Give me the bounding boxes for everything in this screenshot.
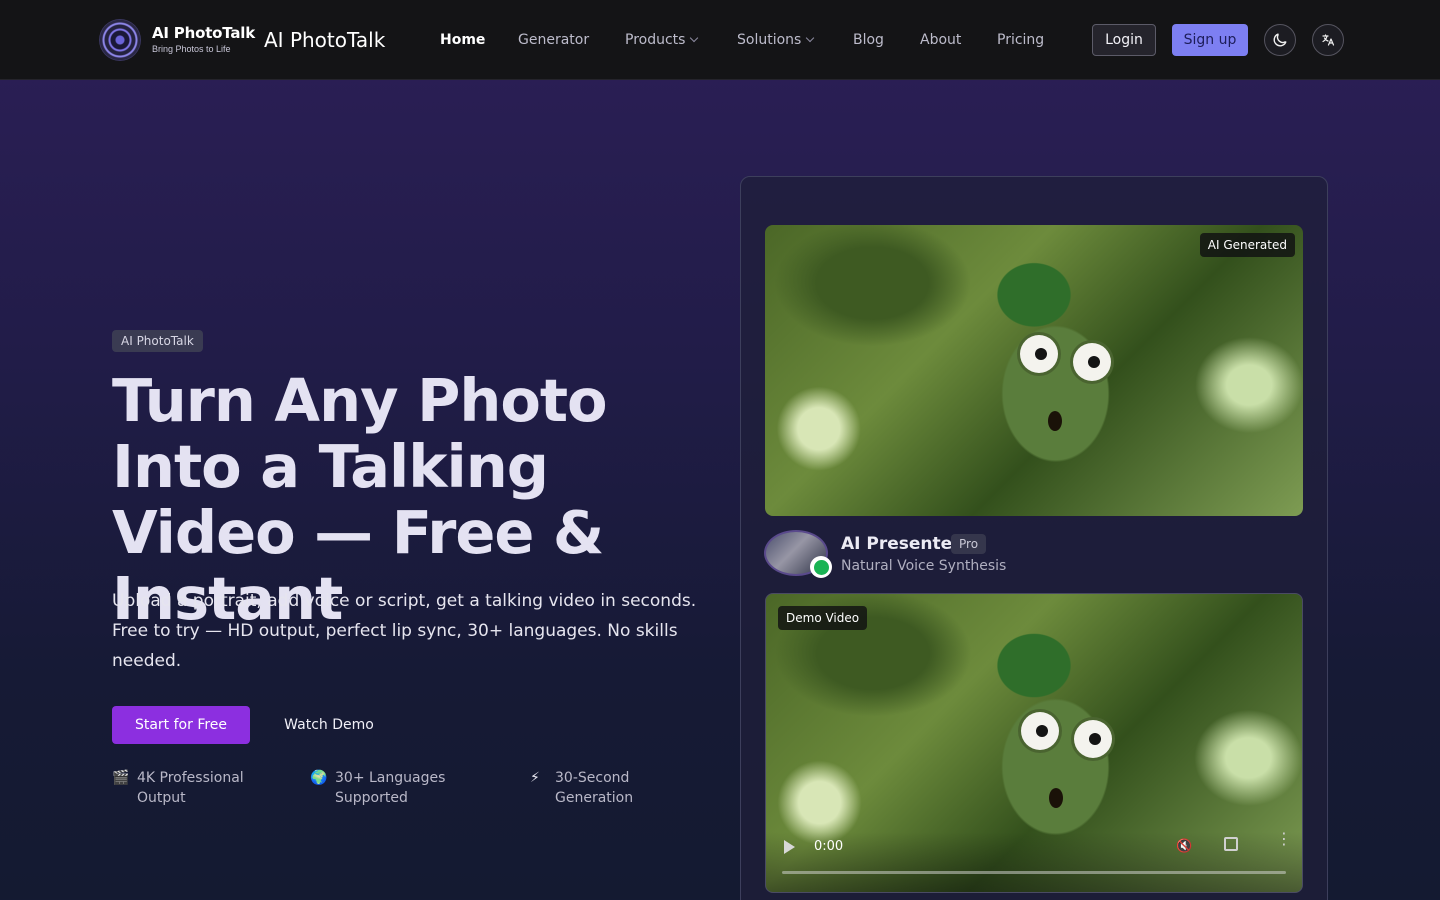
nav-link-generator[interactable]: Generator [518,31,589,49]
demo-video-player[interactable]: Demo Video 0:00 🔇 ⋮ [765,593,1303,893]
language-button[interactable] [1312,24,1344,56]
video-time: 0:00 [814,839,844,854]
play-icon[interactable] [784,840,795,854]
nav-link-about[interactable]: About [920,31,961,49]
nav-link-solutions[interactable]: Solutions [737,31,815,49]
nav-link-pricing[interactable]: Pricing [997,31,1044,49]
watch-demo-button[interactable]: Watch Demo [272,706,386,744]
logo[interactable]: AI PhotoTalk Bring Photos to Life [152,24,255,55]
nav-link-blog[interactable]: Blog [853,31,884,49]
signup-button[interactable]: Sign up [1172,24,1248,56]
logo-title: AI PhotoTalk [152,24,256,42]
start-free-button[interactable]: Start for Free [112,706,250,744]
nav-link-home[interactable]: Home [440,31,485,49]
more-options-icon[interactable]: ⋮ [1276,831,1292,847]
nav-link-products[interactable]: Products [625,31,699,49]
hero-subtext: Upload a portrait, add voice or script, … [112,591,697,671]
theme-toggle-button[interactable] [1264,24,1296,56]
character-eye [1021,712,1059,750]
presenter-subtitle: Natural Voice Synthesis [841,558,1007,574]
chevron-down-icon [806,33,815,43]
character-eye [1073,343,1111,381]
character-eye [1074,720,1112,758]
top-navbar: AI PhotoTalk Bring Photos to Life AI Pho… [0,0,1440,80]
demo-video-badge: Demo Video [778,606,868,630]
character-eye [1020,335,1058,373]
feature-text: 4K Professional Output [137,770,244,806]
presenter-name: AI Presenter [841,534,961,554]
ai-generated-badge: AI Generated [1199,233,1295,257]
hero-tag: AI PhotoTalk [112,330,203,352]
video-progress-bar[interactable] [782,871,1286,874]
showcase-image: AI Generated [765,225,1303,516]
character-mouth [1049,788,1063,808]
globe-icon: 🌍 [310,770,328,786]
online-status-icon [810,556,832,578]
video-controls [766,832,1302,892]
logo-icon[interactable] [100,20,140,60]
chevron-down-icon [690,33,699,43]
pro-badge: Pro [951,534,987,554]
feature-text: 30-Second Generation [555,770,634,806]
character-mouth [1048,411,1062,431]
fullscreen-icon[interactable] [1224,837,1238,851]
brand-name[interactable]: AI PhotoTalk [264,27,385,53]
mute-icon[interactable]: 🔇 [1176,838,1192,856]
feature-item: 🎬 4K Professional Output [112,768,267,808]
logo-tagline: Bring Photos to Life [152,44,231,54]
feature-text: 30+ Languages Supported [335,770,446,806]
feature-item: 🌍 30+ Languages Supported [310,768,465,808]
lightning-icon: ⚡ [530,770,540,786]
feature-item: ⚡ 30-Second Generation [530,768,685,808]
translate-icon [1322,34,1335,46]
login-button[interactable]: Login [1092,24,1156,56]
clapperboard-icon: 🎬 [112,770,130,786]
moon-icon [1273,33,1287,47]
